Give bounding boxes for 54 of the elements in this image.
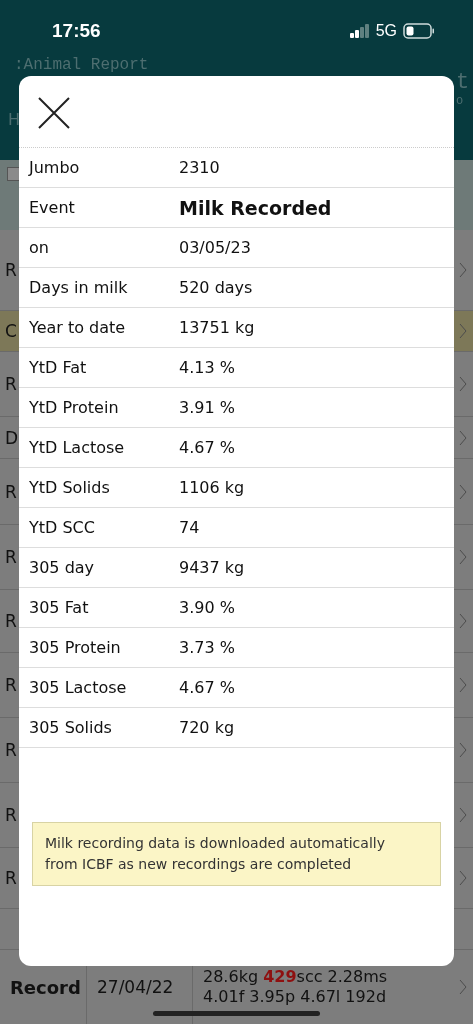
field-label: Days in milk xyxy=(29,278,129,297)
field-value: Milk Recorded xyxy=(179,196,332,219)
chevron-icon xyxy=(459,870,467,886)
network-label: 5G xyxy=(375,22,397,40)
chevron-icon xyxy=(459,807,467,823)
row-summary: 4.01f 3.95p 4.67l 192d xyxy=(203,987,388,1007)
header-text: H xyxy=(8,110,21,129)
field-label: Year to date xyxy=(29,318,127,337)
field-value: 3.73 % xyxy=(179,638,235,657)
field-label: YtD SCC xyxy=(29,518,96,537)
field-value: 3.91 % xyxy=(179,398,235,417)
close-icon[interactable] xyxy=(38,97,70,129)
chevron-icon xyxy=(459,429,467,446)
field-label: 305 Lactose xyxy=(29,678,128,697)
field-value: 13751 kg xyxy=(179,318,255,337)
field-label: 305 day xyxy=(29,558,96,577)
field-label: Event xyxy=(29,198,76,217)
field-value: 4.67 % xyxy=(179,678,235,697)
chevron-icon xyxy=(459,549,467,565)
field-value: 2310 xyxy=(179,158,220,177)
chevron-icon xyxy=(459,262,467,278)
chevron-icon xyxy=(459,483,467,500)
field-value: 520 days xyxy=(179,278,253,297)
chevron-icon xyxy=(459,613,467,629)
field-label: YtD Solids xyxy=(29,478,111,497)
chevron-icon xyxy=(459,677,467,693)
field-label: on xyxy=(29,238,50,257)
field-value: 3.90 % xyxy=(179,598,235,617)
field-value: 1106 kg xyxy=(179,478,245,497)
status-time: 17:56 xyxy=(52,20,101,42)
field-label: YtD Lactose xyxy=(29,438,126,457)
header-text: o xyxy=(456,94,464,108)
field-value: 74 xyxy=(179,518,200,537)
battery-icon xyxy=(403,23,435,39)
row-summary: 28.6kg 429scc 2.28ms xyxy=(203,967,389,987)
chevron-icon xyxy=(459,742,467,758)
info-note: Milk recording data is downloaded automatically from ICBF as new recordings are completed xyxy=(32,822,441,886)
chevron-icon xyxy=(459,979,467,995)
field-label: 305 Solids xyxy=(29,718,113,737)
chevron-icon xyxy=(459,323,467,339)
page-title: :Animal Report xyxy=(14,56,149,74)
field-label: 305 Fat xyxy=(29,598,90,617)
field-value: 720 kg xyxy=(179,718,235,737)
field-label: YtD Fat xyxy=(29,358,88,377)
field-value: 4.13 % xyxy=(179,358,235,377)
field-value: 9437 kg xyxy=(179,558,245,577)
field-value: 03/05/23 xyxy=(179,238,251,257)
chevron-icon xyxy=(459,376,467,392)
field-label: Jumbo xyxy=(29,158,81,177)
field-label: 305 Protein xyxy=(29,638,122,657)
header-text: t xyxy=(456,70,470,95)
field-value: 4.67 % xyxy=(179,438,235,457)
field-label: YtD Protein xyxy=(29,398,120,417)
signal-icon xyxy=(349,24,370,38)
